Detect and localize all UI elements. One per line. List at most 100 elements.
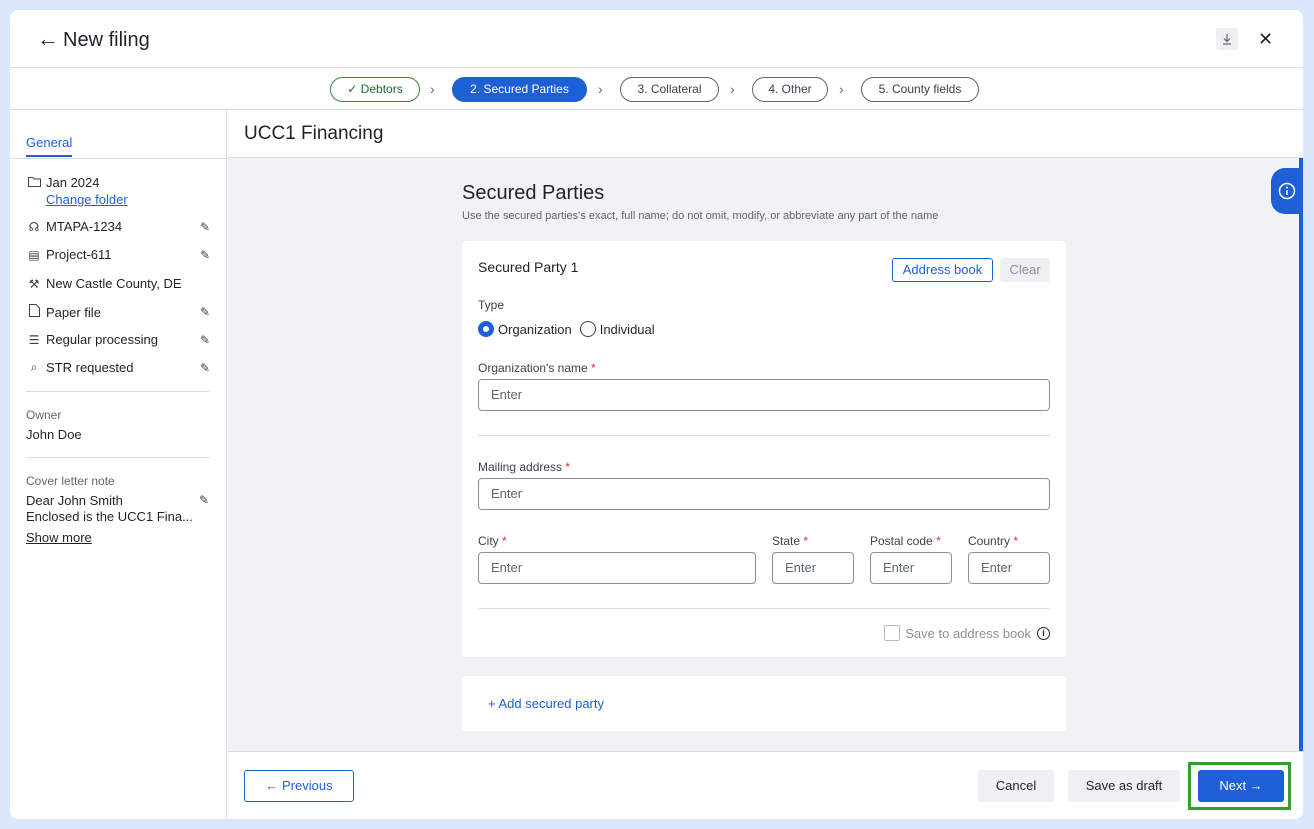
sidebar-item-str: ⌕ STR requested ✎ (26, 360, 210, 375)
sidebar-item-paper-file: Paper file ✎ (26, 304, 210, 320)
required-mark: * (1013, 534, 1019, 548)
folder-name: Jan 2024 (46, 175, 100, 190)
radio-organization[interactable] (478, 321, 494, 337)
info-panel-edge (1299, 158, 1303, 751)
radio-individual[interactable] (579, 321, 596, 337)
step-collateral[interactable]: 3. Collateral (620, 77, 719, 102)
country-label: Country * (968, 534, 1018, 548)
save-to-address-book-label: Save to address book (905, 625, 1031, 641)
postal-code-input[interactable]: Enter (870, 552, 952, 584)
change-folder-link[interactable]: Change folder (46, 192, 128, 207)
previous-button[interactable]: ← Previous (244, 770, 354, 802)
folder-row: Jan 2024 (26, 175, 210, 190)
required-mark: * (803, 534, 809, 548)
main-header: UCC1 Financing (228, 110, 1303, 158)
back-arrow-icon[interactable]: ← (37, 28, 59, 50)
sidebar-item-label: Paper file (46, 304, 101, 320)
change-folder-row: Change folder (46, 192, 210, 207)
step-debtors[interactable]: ✓ Debtors (330, 77, 420, 102)
chevron-right-icon: › (730, 81, 735, 97)
app-window: ← New filing ✕ ✓ Debtors › 2. Secured Pa… (10, 10, 1303, 819)
page-title: New filing (63, 29, 150, 51)
content-area: Secured Parties Use the secured parties'… (228, 158, 1303, 751)
cancel-button[interactable]: Cancel (978, 770, 1054, 802)
pencil-icon[interactable]: ✎ (200, 248, 210, 262)
state-label: State * (772, 534, 808, 548)
sidebar-item-county: ⚒ New Castle County, DE (26, 276, 210, 291)
type-radio-group: Organization Individual (478, 321, 655, 337)
org-name-label: Organization's name * (478, 361, 596, 375)
save-to-address-book: Save to address book i (884, 625, 1050, 641)
chevron-right-icon: › (839, 81, 844, 97)
folder-icon (26, 176, 42, 190)
tab-general[interactable]: General (26, 135, 73, 157)
info-icon (1278, 182, 1296, 200)
add-secured-party-card: + Add secured party (462, 676, 1066, 731)
sidebar-item-label: MTAPA-1234 (46, 219, 123, 234)
card-title: Secured Party 1 (478, 259, 579, 275)
city-label: City * (478, 534, 507, 548)
label-text: State (772, 534, 801, 548)
list-icon: ☰ (28, 332, 40, 347)
owner-value: John Doe (26, 427, 82, 442)
sidebar-item-project: ▤ Project-611 ✎ (26, 247, 210, 262)
pencil-icon[interactable]: ✎ (200, 220, 210, 234)
divider (478, 608, 1050, 609)
gavel-icon: ⚒ (28, 276, 40, 291)
label-text: Postal code (870, 534, 933, 548)
section-title: Secured Parties (462, 182, 605, 204)
next-button[interactable]: Next → (1198, 770, 1284, 802)
project-icon: ▤ (28, 247, 40, 262)
sidebar-item-label: New Castle County, DE (46, 276, 182, 291)
label-text: Organization's name (478, 361, 588, 375)
org-name-input[interactable]: Enter (478, 379, 1050, 411)
sidebar: General Jan 2024 Change folder ☊ MTAPA-1… (10, 110, 227, 819)
cover-letter-label: Cover letter note (26, 474, 115, 488)
clear-button[interactable]: Clear (1000, 258, 1050, 282)
mailing-address-input[interactable]: Enter (478, 478, 1050, 510)
save-as-draft-button[interactable]: Save as draft (1068, 770, 1180, 802)
required-mark: * (502, 534, 507, 548)
show-more-link[interactable]: Show more (26, 530, 92, 545)
label-text: City (478, 534, 499, 548)
radio-label: Individual (599, 321, 655, 337)
sidebar-item-processing: ☰ Regular processing ✎ (26, 332, 210, 347)
main-title: UCC1 Financing (244, 123, 384, 144)
headset-icon: ☊ (28, 219, 40, 234)
search-document-icon: ⌕ (30, 360, 38, 374)
sidebar-item-label: Project-611 (46, 247, 112, 262)
pencil-icon[interactable]: ✎ (199, 493, 209, 507)
step-secured-parties[interactable]: 2. Secured Parties (452, 77, 587, 102)
label-text: Mailing address (478, 460, 563, 474)
stepper: ✓ Debtors › 2. Secured Parties › 3. Coll… (10, 68, 1303, 110)
owner-label: Owner (26, 408, 62, 422)
divider (10, 158, 226, 159)
info-panel-toggle[interactable] (1271, 168, 1303, 214)
divider (478, 435, 1050, 436)
pencil-icon[interactable]: ✎ (200, 305, 210, 319)
close-icon[interactable]: ✕ (1258, 29, 1273, 49)
pencil-icon[interactable]: ✎ (200, 333, 210, 347)
cover-letter-line2: Enclosed is the UCC1 Fina... (26, 509, 193, 524)
radio-label: Organization (498, 321, 572, 337)
section-subtitle: Use the secured parties's exact, full na… (462, 210, 939, 222)
country-input[interactable]: Enter (968, 552, 1050, 584)
document-icon (26, 304, 42, 320)
city-input[interactable]: Enter (478, 552, 756, 584)
save-to-address-book-checkbox[interactable] (884, 625, 901, 641)
step-other[interactable]: 4. Other (752, 77, 828, 102)
postal-code-label: Postal code * (870, 534, 941, 548)
top-bar: ← New filing ✕ (10, 10, 1303, 68)
address-book-button[interactable]: Address book (892, 258, 993, 282)
sidebar-item-label: STR requested (46, 360, 134, 375)
required-mark: * (565, 460, 571, 474)
cover-letter-line1: Dear John Smith (26, 493, 123, 508)
download-button[interactable] (1216, 28, 1238, 50)
info-icon[interactable]: i (1037, 626, 1050, 640)
sidebar-item-ticket: ☊ MTAPA-1234 ✎ (26, 219, 210, 234)
divider (26, 457, 210, 458)
state-input[interactable]: Enter (772, 552, 854, 584)
add-secured-party-button[interactable]: + Add secured party (488, 696, 604, 711)
pencil-icon[interactable]: ✎ (200, 361, 210, 375)
step-county-fields[interactable]: 5. County fields (861, 77, 979, 102)
